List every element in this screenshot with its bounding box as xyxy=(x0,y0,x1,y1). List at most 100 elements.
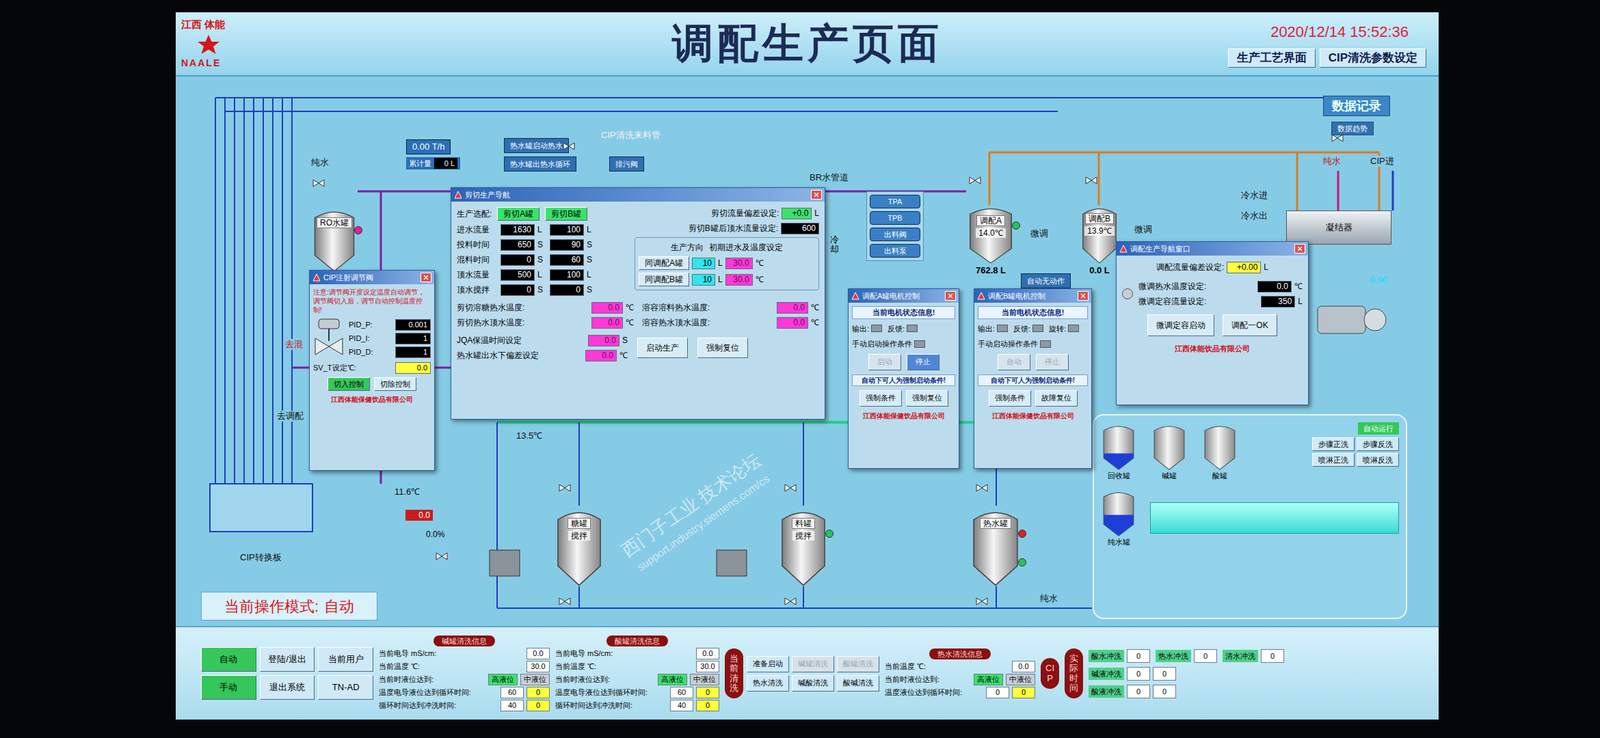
value-field[interactable]: 350 xyxy=(1260,296,1296,308)
tank[interactable]: RO水罐 xyxy=(311,206,358,273)
control-button[interactable]: 退出系统 xyxy=(259,675,316,701)
nav-button[interactable]: 生产工艺界面 xyxy=(1228,48,1316,68)
value-field[interactable]: 1 xyxy=(395,332,431,345)
force-button[interactable]: 强制复位 xyxy=(905,390,949,407)
value-field[interactable]: 0.0 xyxy=(588,335,620,347)
force-button[interactable]: 故障复位 xyxy=(1035,390,1078,407)
canvas-button[interactable]: 排污阀 xyxy=(609,156,645,172)
value-field[interactable]: 100 xyxy=(549,224,584,236)
valve-icon[interactable] xyxy=(975,484,989,493)
value-field[interactable]: 30.0 xyxy=(725,274,753,286)
control-button[interactable]: 自动 xyxy=(201,647,257,673)
tank[interactable]: 调配B13.9℃0.0 L xyxy=(1079,203,1120,278)
cip-tank[interactable]: 碱罐 xyxy=(1151,422,1188,483)
tank[interactable]: 糖罐搅拌 xyxy=(553,505,605,587)
value-field[interactable]: 0 xyxy=(549,284,584,297)
value-field[interactable]: 1 xyxy=(395,346,431,359)
tank[interactable]: 热水罐 xyxy=(969,505,1022,587)
valve-icon[interactable] xyxy=(1085,176,1098,185)
control-toggle-button[interactable]: 切除控制 xyxy=(374,377,417,392)
tank[interactable]: 调配A14.0℃762.8 L xyxy=(966,203,1016,278)
tune-button[interactable]: 调配一OK xyxy=(1222,314,1277,337)
motor-button[interactable]: 启动 xyxy=(868,354,902,371)
value-field[interactable]: 90 xyxy=(549,239,584,251)
popup-titlebar[interactable]: 剪切生产导航 xyxy=(451,188,825,202)
value-field[interactable]: 650 xyxy=(500,239,535,251)
value-field[interactable]: 60 xyxy=(549,254,584,266)
cip-tank[interactable]: 酸罐 xyxy=(1202,422,1238,483)
cip-action-button[interactable]: 热水清洗 xyxy=(746,675,790,692)
value-field[interactable]: 0.0 xyxy=(776,302,809,314)
control-button[interactable]: 手动 xyxy=(201,675,257,701)
valve-icon[interactable] xyxy=(975,597,989,606)
close-button[interactable] xyxy=(944,291,956,301)
control-toggle-button[interactable]: 切入控制 xyxy=(327,377,370,392)
value-field[interactable]: 0.0 xyxy=(591,317,623,329)
production-button[interactable]: 启动生产 xyxy=(637,337,688,359)
valve-icon[interactable] xyxy=(562,142,576,151)
data-record-button[interactable]: 数据记录 xyxy=(1323,95,1391,117)
canvas-button[interactable]: 热水罐启动热水 xyxy=(503,138,569,154)
tank-select-button[interactable]: 剪切A罐 xyxy=(497,207,540,221)
cip-step-button[interactable]: 喷淋正洗 xyxy=(1312,453,1355,468)
cip-action-button[interactable]: 准备启动 xyxy=(746,656,790,673)
value-field[interactable]: +0.0 xyxy=(781,207,812,220)
value-field[interactable]: 600 xyxy=(780,222,820,235)
motor-button[interactable]: 停止 xyxy=(906,354,940,371)
direction-button[interactable]: 同调配B罐 xyxy=(638,272,690,287)
popup-titlebar[interactable]: 调配A罐电机控制 xyxy=(848,289,959,303)
close-button[interactable] xyxy=(1294,244,1306,254)
value-field[interactable]: 0.0 xyxy=(1257,281,1292,293)
close-button[interactable] xyxy=(420,272,432,283)
value-field[interactable]: 0 xyxy=(500,284,535,297)
value-field[interactable]: 0 xyxy=(500,254,535,266)
popup-titlebar[interactable]: 调配生产导航窗口 xyxy=(1116,242,1309,256)
data-trend-button[interactable]: 数据趋势 xyxy=(1331,121,1374,136)
motor-button[interactable]: 自动 xyxy=(997,354,1031,371)
force-button[interactable]: 强制条件 xyxy=(988,390,1032,407)
valve-icon[interactable] xyxy=(968,176,982,185)
valve-icon[interactable] xyxy=(435,552,448,561)
control-button[interactable]: TN-AD xyxy=(317,675,374,701)
value-field[interactable]: 0.001 xyxy=(395,319,431,331)
tune-button[interactable]: 微调定容启动 xyxy=(1147,314,1215,337)
valve-icon[interactable] xyxy=(558,484,571,493)
value-field[interactable]: 1630 xyxy=(500,224,535,236)
pump-button[interactable]: TPA xyxy=(869,194,921,209)
close-button[interactable] xyxy=(810,190,822,200)
valve-icon[interactable] xyxy=(558,597,571,606)
cip-step-button[interactable]: 步骤正洗 xyxy=(1312,437,1355,452)
value-field[interactable]: 10 xyxy=(691,257,716,270)
value-field[interactable]: 30.0 xyxy=(725,257,753,270)
cip-tank[interactable]: 纯水罐 xyxy=(1100,488,1137,549)
canvas-button[interactable]: 自动无动作 xyxy=(1020,273,1071,289)
motor-button[interactable]: 停止 xyxy=(1035,354,1069,371)
value-field[interactable]: 0.0 xyxy=(776,317,809,329)
pump-button[interactable]: 出料阀 xyxy=(869,227,921,242)
popup-titlebar[interactable]: 调配B罐电机控制 xyxy=(974,289,1092,303)
valve-icon[interactable] xyxy=(784,597,797,606)
pump-button[interactable]: TPB xyxy=(869,211,921,225)
value-field[interactable]: 500 xyxy=(500,269,535,282)
cip-action-button[interactable]: 酸罐清洗 xyxy=(836,656,880,673)
value-field[interactable]: +0.00 xyxy=(1226,261,1261,274)
control-button[interactable]: 登陆/退出 xyxy=(259,647,316,673)
popup-titlebar[interactable]: CIP注射调节阀 xyxy=(309,270,435,285)
cip-action-button[interactable]: 碱酸清洗 xyxy=(791,675,835,692)
pump-button[interactable]: 出料泵 xyxy=(869,244,921,258)
nav-button[interactable]: CIP清洗参数设定 xyxy=(1319,48,1427,68)
cip-step-button[interactable]: 步骤反洗 xyxy=(1356,437,1399,452)
value-field[interactable]: 0.0 xyxy=(591,302,623,314)
close-button[interactable] xyxy=(1077,291,1089,301)
valve-icon[interactable] xyxy=(1331,134,1344,143)
tank[interactable]: 料罐搅拌 xyxy=(778,505,829,587)
cip-action-button[interactable]: 碱罐清洗 xyxy=(791,656,835,673)
valve-icon[interactable] xyxy=(312,179,325,188)
cip-tank[interactable]: 回收罐 xyxy=(1100,422,1137,483)
tank-select-button[interactable]: 剪切B罐 xyxy=(544,207,588,221)
cip-step-button[interactable]: 喷淋反洗 xyxy=(1356,453,1399,468)
control-button[interactable]: 当前用户 xyxy=(317,647,374,673)
value-field[interactable]: 0.0 xyxy=(395,362,431,375)
production-button[interactable]: 强制复位 xyxy=(697,337,749,359)
direction-button[interactable]: 同调配A罐 xyxy=(638,256,690,271)
